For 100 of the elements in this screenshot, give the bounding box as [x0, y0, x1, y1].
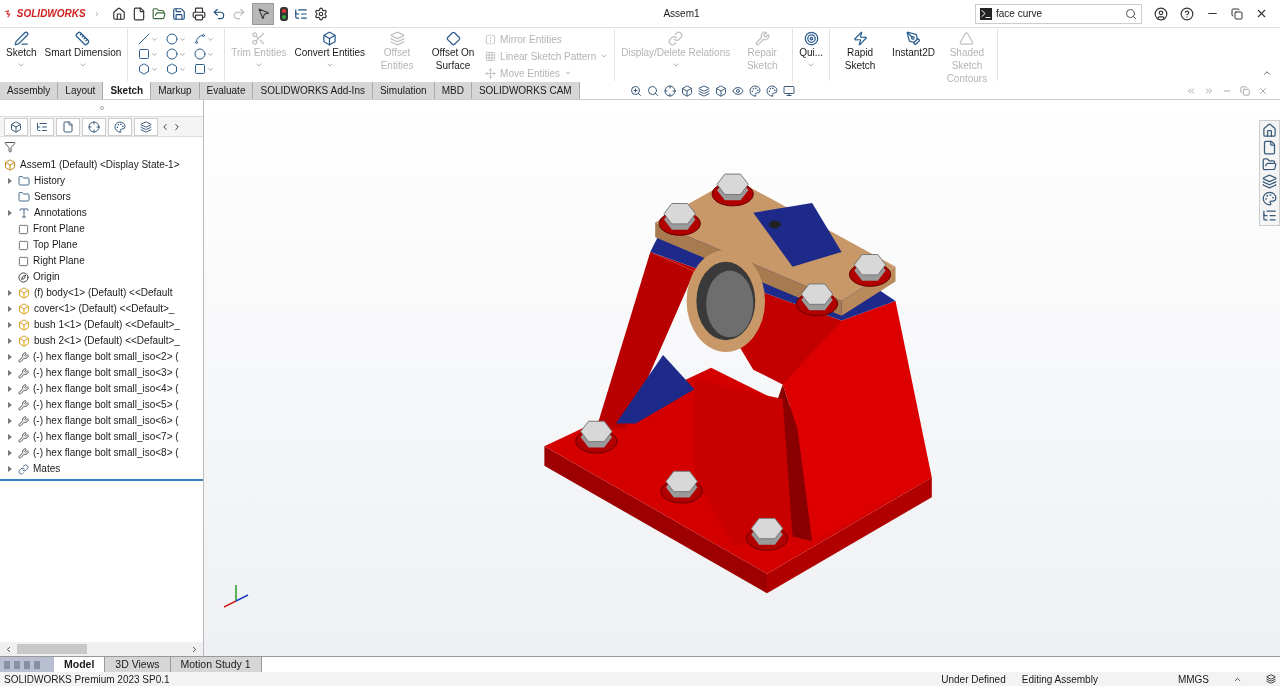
tree-item[interactable]: History: [34, 173, 66, 189]
print-icon[interactable]: [192, 6, 206, 21]
scroll-right-icon[interactable]: [190, 644, 199, 654]
view-tool-icon[interactable]: [680, 84, 693, 97]
sketch-tool-icon[interactable]: [138, 63, 151, 75]
ribbon-button[interactable]: Offset On Surface: [425, 29, 482, 72]
ribbon-button[interactable]: Qui...: [795, 29, 828, 69]
tree-item[interactable]: Top Plane: [33, 237, 78, 253]
task-pane-icon[interactable]: [1262, 208, 1277, 223]
ribbon-tab[interactable]: Markup: [151, 82, 200, 99]
user-icon[interactable]: [1154, 6, 1168, 21]
expand-arrow-icon[interactable]: [8, 418, 12, 424]
open-folder-icon[interactable]: [152, 6, 166, 21]
view-tool-icon[interactable]: [731, 84, 744, 97]
ribbon-tab[interactable]: Layout: [58, 82, 104, 99]
save-icon[interactable]: [172, 6, 186, 21]
sketch-tool-icon[interactable]: [194, 33, 207, 45]
view-tool-icon[interactable]: [714, 84, 727, 97]
tree-item[interactable]: cover<1> (Default) <<Default>_: [34, 301, 175, 317]
home-icon[interactable]: [112, 6, 126, 21]
ribbon-tab[interactable]: Simulation: [372, 82, 435, 99]
tree-item[interactable]: (f) body<1> (Default) <<Default: [34, 285, 173, 301]
tree-item[interactable]: (-) hex flange bolt small_iso<7> (: [33, 429, 179, 445]
file-properties-icon[interactable]: [294, 6, 308, 21]
tree-item[interactable]: (-) hex flange bolt small_iso<3> (: [33, 365, 179, 381]
sketch-tool-icon[interactable]: [138, 33, 151, 45]
sketch-tool-icon[interactable]: [194, 63, 207, 75]
tree-item[interactable]: Annotations: [34, 205, 87, 221]
panel-tab[interactable]: [4, 117, 28, 136]
help-icon[interactable]: [1180, 6, 1194, 21]
tree-item[interactable]: (-) hex flange bolt small_iso<4> (: [33, 381, 179, 397]
panel-tab[interactable]: [30, 117, 54, 136]
sketch-tool-icon[interactable]: [166, 63, 179, 75]
tree-item[interactable]: bush 2<1> (Default) <<Default>_: [34, 333, 180, 349]
pillow-block-model-drawing[interactable]: [544, 173, 932, 594]
scroll-left-icon[interactable]: [4, 644, 13, 654]
new-file-icon[interactable]: [132, 6, 146, 21]
task-pane-icon[interactable]: [1262, 191, 1277, 206]
status-icon[interactable]: [1266, 674, 1276, 684]
expand-arrow-icon[interactable]: [8, 434, 12, 440]
task-pane-icon[interactable]: [1262, 123, 1277, 138]
tree-item[interactable]: (-) hex flange bolt small_iso<2> (: [33, 349, 179, 365]
horizontal-scrollbar[interactable]: [0, 642, 203, 656]
scroll-right-icon[interactable]: [172, 121, 182, 132]
sketch-tool-icon[interactable]: [194, 48, 207, 60]
traffic-light-icon[interactable]: [280, 6, 288, 21]
ribbon-button[interactable]: Instant2D: [888, 29, 939, 59]
scroll-left-icon[interactable]: [160, 121, 170, 132]
bottom-tab[interactable]: Motion Study 1: [170, 657, 262, 672]
ribbon-tab[interactable]: Evaluate: [199, 82, 254, 99]
task-pane-icon[interactable]: [1262, 174, 1277, 189]
view-tool-icon[interactable]: [646, 84, 659, 97]
tree-item[interactable]: Front Plane: [33, 221, 85, 237]
units-text[interactable]: MMGS: [1177, 671, 1209, 686]
ribbon-button[interactable]: Sketch: [2, 29, 41, 69]
expand-arrow-icon[interactable]: [8, 290, 12, 296]
view-tool-icon[interactable]: [629, 84, 642, 97]
ribbon-tab[interactable]: SOLIDWORKS Add-Ins: [253, 82, 373, 99]
expand-arrow-icon[interactable]: [8, 466, 12, 472]
panel-tab[interactable]: [82, 117, 106, 136]
expand-arrow-icon[interactable]: [8, 322, 12, 328]
ribbon-tab[interactable]: SOLIDWORKS CAM: [471, 82, 580, 99]
expand-arrow-icon[interactable]: [8, 338, 12, 344]
ribbon-button[interactable]: Smart Dimension: [40, 29, 126, 69]
expand-arrow-icon[interactable]: [8, 178, 12, 184]
view-tool-icon[interactable]: [765, 84, 778, 97]
task-pane-icon[interactable]: [1262, 140, 1277, 155]
tree-item[interactable]: Origin: [33, 269, 60, 285]
collapse-ribbon-icon[interactable]: [1262, 68, 1272, 78]
sketch-tool-icon[interactable]: [138, 48, 151, 60]
close-icon[interactable]: [1255, 7, 1268, 20]
view-tool-icon[interactable]: [663, 84, 676, 97]
expand-arrow-icon[interactable]: [8, 402, 12, 408]
view-tool-icon[interactable]: [782, 84, 795, 97]
ribbon-button[interactable]: Rapid Sketch: [832, 29, 889, 72]
view-tool-icon[interactable]: [748, 84, 761, 97]
expand-arrow-icon[interactable]: [8, 370, 12, 376]
scrollbar-thumb[interactable]: [17, 644, 87, 654]
expand-arrow-icon[interactable]: [8, 354, 12, 360]
panel-tab[interactable]: [134, 117, 158, 136]
ribbon-tab[interactable]: MBD: [434, 82, 472, 99]
task-pane-icon[interactable]: [1262, 157, 1277, 172]
filter-icon[interactable]: [4, 141, 16, 153]
view-tool-icon[interactable]: [697, 84, 710, 97]
undo-icon[interactable]: [212, 6, 226, 21]
search-box[interactable]: face curve: [975, 3, 1142, 24]
tree-item[interactable]: Assem1 (Default) <Display State-1>: [20, 157, 180, 173]
tree-item[interactable]: (-) hex flange bolt small_iso<8> (: [33, 445, 179, 461]
expand-arrow-icon[interactable]: [8, 210, 12, 216]
expand-arrow-icon[interactable]: [8, 386, 12, 392]
tree-item[interactable]: (-) hex flange bolt small_iso<6> (: [33, 413, 179, 429]
expand-arrow-icon[interactable]: [8, 450, 12, 456]
tree-item[interactable]: (-) hex flange bolt small_iso<5> (: [33, 397, 179, 413]
tree-item[interactable]: Mates: [33, 461, 61, 477]
tree-item[interactable]: bush 1<1> (Default) <<Default>_: [34, 317, 180, 333]
bottom-tab[interactable]: 3D Views: [105, 657, 171, 672]
panel-tab[interactable]: [108, 117, 132, 136]
sketch-tool-icon[interactable]: [166, 48, 179, 60]
sketch-tool-icon[interactable]: [166, 33, 179, 45]
ribbon-tab[interactable]: Assembly: [0, 82, 59, 99]
